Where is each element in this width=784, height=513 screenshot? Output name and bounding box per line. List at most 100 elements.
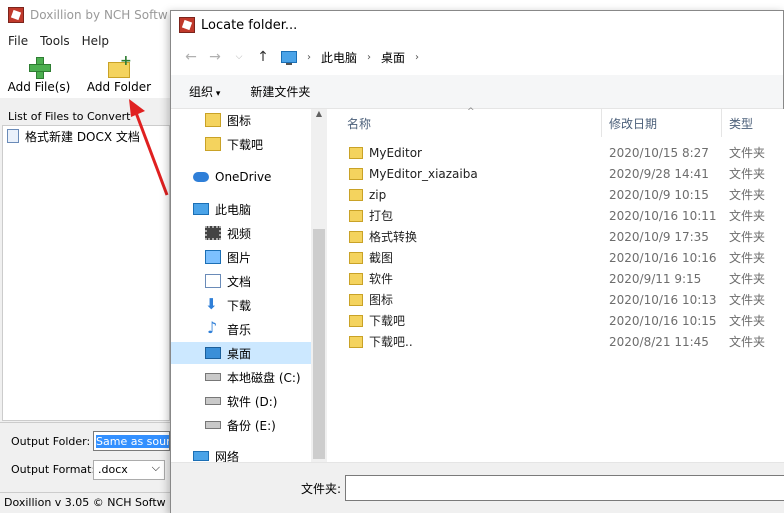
locate-folder-dialog: Locate folder... ← → ⌵ ↑ › 此电脑 › 桌面 › 组织… — [170, 10, 784, 513]
dialog-titlebar: Locate folder... — [171, 11, 783, 39]
forward-arrow-icon[interactable]: → — [203, 49, 227, 65]
add-folder-button[interactable]: Add Folder — [86, 53, 152, 94]
nav-item-drive-e[interactable]: 备份 (E:) — [171, 414, 311, 436]
menu-tools[interactable]: Tools — [40, 34, 70, 48]
folder-icon — [349, 167, 363, 180]
download-icon — [205, 295, 221, 313]
nav-item-drive-d[interactable]: 软件 (D:) — [171, 390, 311, 412]
column-name[interactable]: 名称 — [347, 115, 371, 132]
file-list-pane[interactable]: ^ 名称 修改日期 类型 MyEditor 2020/10/15 8:27 文件夹 … — [329, 107, 784, 462]
nav-item-videos[interactable]: 视频 — [171, 222, 311, 244]
computer-icon — [193, 203, 209, 215]
drive-icon — [205, 421, 221, 429]
chevron-right-icon[interactable]: › — [367, 52, 371, 63]
folder-icon — [349, 293, 363, 306]
output-settings: Output Folder: Same as sourc Output Form… — [0, 422, 170, 492]
annotation-arrow — [129, 99, 169, 196]
sort-ascending-icon: ^ — [467, 107, 475, 117]
folder-row[interactable]: 下载吧.. 2020/8/21 11:45 文件夹 — [349, 331, 784, 352]
column-divider[interactable] — [721, 109, 722, 137]
list-item-label: 格式新建 DOCX 文档 — [25, 129, 140, 144]
nav-item-this-pc[interactable]: 此电脑 — [171, 198, 311, 220]
nav-item-pictures[interactable]: 图片 — [171, 246, 311, 268]
column-divider[interactable] — [601, 109, 602, 137]
nav-item-documents[interactable]: 文档 — [171, 270, 311, 292]
music-icon — [205, 318, 221, 337]
column-date[interactable]: 修改日期 — [609, 115, 657, 132]
folder-icon — [205, 113, 221, 127]
folder-row[interactable]: 格式转换 2020/10/9 17:35 文件夹 — [349, 226, 784, 247]
add-folder-label: Add Folder — [86, 80, 152, 94]
back-arrow-icon[interactable]: ← — [179, 49, 203, 65]
organize-button[interactable]: 组织 — [189, 83, 220, 100]
folder-icon — [349, 251, 363, 264]
folder-row[interactable]: 图标 2020/10/16 10:13 文件夹 — [349, 289, 784, 310]
breadcrumb-this-pc[interactable]: 此电脑 — [321, 49, 357, 66]
recent-dropdown-icon[interactable]: ⌵ — [227, 52, 251, 62]
app-logo-icon — [8, 7, 24, 23]
breadcrumb-desktop[interactable]: 桌面 — [381, 49, 405, 66]
nav-item-drive-c[interactable]: 本地磁盘 (C:) — [171, 366, 311, 388]
add-files-button[interactable]: Add File(s) — [8, 56, 70, 94]
folder-icon — [205, 137, 221, 151]
picture-icon — [205, 250, 221, 264]
command-bar: 组织 新建文件夹 — [171, 75, 783, 109]
add-folder-icon — [108, 53, 132, 78]
document-icon — [205, 274, 221, 288]
add-files-label: Add File(s) — [7, 80, 71, 94]
folder-row[interactable]: 下载吧 2020/10/16 10:15 文件夹 — [349, 310, 784, 331]
output-format-label: Output Format: — [11, 463, 96, 476]
file-list-label: List of Files to Convert — [8, 110, 131, 123]
nav-item-xiazaiba[interactable]: 下载吧 — [171, 133, 311, 155]
column-headers: ^ 名称 修改日期 类型 — [329, 107, 784, 137]
scrollbar-thumb[interactable] — [313, 229, 325, 459]
nav-item-music[interactable]: 音乐 — [171, 318, 311, 340]
output-folder-value: Same as sourc — [96, 435, 169, 448]
folder-row[interactable]: MyEditor 2020/10/15 8:27 文件夹 — [349, 142, 784, 163]
folder-input[interactable] — [345, 475, 784, 501]
column-type[interactable]: 类型 — [729, 115, 753, 132]
nav-item-network[interactable]: 网络 — [171, 445, 311, 462]
output-folder-label: Output Folder: — [11, 435, 91, 448]
folder-icon — [349, 272, 363, 285]
navigation-pane[interactable]: 图标 下载吧 OneDrive 此电脑 视频 图片 文档 下载 音乐 桌面 本地… — [171, 109, 327, 462]
folder-icon — [349, 209, 363, 222]
folder-row[interactable]: 截图 2020/10/16 10:16 文件夹 — [349, 247, 784, 268]
computer-icon — [281, 51, 297, 65]
nav-item-icons[interactable]: 图标 — [171, 109, 311, 131]
up-arrow-icon[interactable]: ↑ — [251, 49, 275, 65]
folder-icon — [349, 314, 363, 327]
menu-file[interactable]: File — [8, 34, 28, 48]
address-bar[interactable]: › 此电脑 › 桌面 › — [281, 45, 423, 69]
chevron-right-icon[interactable]: › — [307, 52, 311, 63]
desktop-icon — [205, 347, 221, 359]
nav-item-desktop[interactable]: 桌面 — [171, 342, 311, 364]
drive-icon — [205, 397, 221, 405]
output-folder-field[interactable]: Same as sourc — [93, 431, 170, 451]
chevron-right-icon[interactable]: › — [415, 52, 419, 63]
video-icon — [205, 226, 221, 240]
folder-icon — [349, 188, 363, 201]
dialog-footer: 文件夹: — [171, 462, 784, 513]
nav-item-downloads[interactable]: 下载 — [171, 294, 311, 316]
new-folder-button[interactable]: 新建文件夹 — [250, 83, 310, 100]
folder-field-label: 文件夹: — [301, 482, 342, 496]
scroll-up-icon[interactable]: ▲ — [311, 109, 327, 118]
dialog-title: Locate folder... — [201, 17, 298, 33]
nav-scrollbar[interactable]: ▲ — [311, 109, 327, 462]
app-title: Doxillion by NCH Softw — [30, 8, 168, 22]
cloud-icon — [193, 172, 209, 182]
output-format-select[interactable]: .docx — [93, 460, 165, 480]
folder-row[interactable]: zip 2020/10/9 10:15 文件夹 — [349, 184, 784, 205]
plus-icon — [28, 56, 51, 79]
nav-item-onedrive[interactable]: OneDrive — [171, 166, 311, 188]
folder-row[interactable]: 打包 2020/10/16 10:11 文件夹 — [349, 205, 784, 226]
drive-icon — [205, 373, 221, 381]
folder-row[interactable]: MyEditor_xiazaiba 2020/9/28 14:41 文件夹 — [349, 163, 784, 184]
network-icon — [193, 451, 209, 461]
menu-help[interactable]: Help — [82, 34, 109, 48]
document-icon — [7, 129, 19, 143]
dialog-app-icon — [179, 17, 195, 33]
folder-icon — [349, 230, 363, 243]
folder-row[interactable]: 软件 2020/9/11 9:15 文件夹 — [349, 268, 784, 289]
